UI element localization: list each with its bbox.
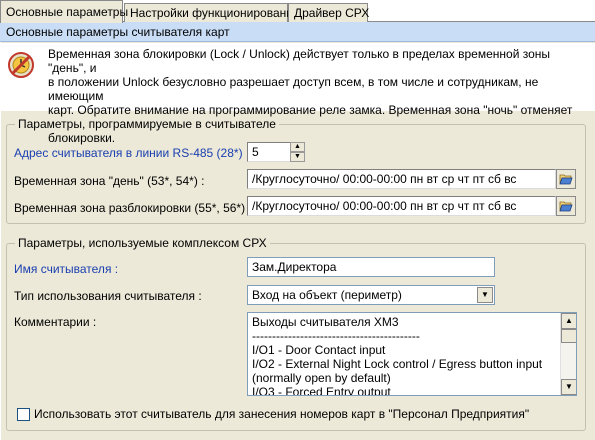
unlock-zone-label: Временная зона разблокировки (55*, 56*) … [14, 201, 252, 215]
folder-open-icon [559, 174, 573, 185]
comment-line: I/O1 - Door Contact input [252, 343, 386, 357]
comment-line: Выходы считывателя XM3 [252, 315, 399, 329]
folder-open-icon [559, 201, 573, 212]
comment-line: (normally open by default) [252, 371, 391, 385]
day-zone-label: Временная зона "день" (53*, 54*) : [14, 174, 205, 188]
usage-type-select[interactable]: Вход на объект (периметр) ▼ [247, 285, 495, 305]
scroll-down-icon[interactable]: ▼ [561, 379, 576, 395]
reader-name-input[interactable]: Зам.Директора [247, 257, 495, 277]
info-box: Временная зона блокировки (Lock / Unlock… [0, 43, 595, 145]
info-title: Основные параметры считывателя карт [0, 22, 595, 42]
personnel-checkbox-label: Использовать этот считыватель для занесе… [34, 407, 530, 421]
comments-text: Выходы считывателя XM3 -----------------… [252, 315, 558, 396]
comments-textarea[interactable]: Выходы считывателя XM3 -----------------… [247, 312, 577, 396]
spin-down-icon[interactable]: ▼ [290, 152, 305, 162]
warning-clock-icon [8, 52, 34, 78]
unlock-zone-field[interactable]: /Круглосуточно/ 00:00-00:00 пн вт ср чт … [247, 196, 556, 216]
usage-type-label: Тип использования считывателя : [14, 289, 202, 303]
day-zone-field[interactable]: /Круглосуточно/ 00:00-00:00 пн вт ср чт … [247, 169, 556, 189]
tab-function-settings[interactable]: Настройки функционирования [124, 3, 299, 22]
scroll-up-icon[interactable]: ▲ [561, 313, 576, 329]
info-line: в положении Unlock безусловно разрешает … [48, 75, 539, 103]
comment-line: ----------------------------------------… [252, 329, 420, 343]
tab-driver[interactable]: Драйвер СРХ [288, 3, 369, 22]
personnel-checkbox[interactable] [17, 408, 30, 421]
group-title: Параметры, используемые комплексом СРХ [15, 236, 270, 250]
comment-line: I/O2 - External Night Lock control / Egr… [252, 357, 543, 371]
comment-line: I/O3 - Forced Entry output [252, 385, 391, 396]
info-line: Временная зона блокировки (Lock / Unlock… [48, 47, 551, 75]
address-spinner[interactable]: ▲ ▼ [290, 142, 305, 162]
reader-name-label: Имя считывателя : [14, 262, 119, 276]
comments-scrollbar[interactable]: ▲ ▼ [560, 313, 576, 395]
scroll-thumb[interactable] [561, 329, 576, 343]
usage-type-value: Вход на объект (периметр) [252, 288, 402, 302]
address-label: Адрес считывателя в линии RS-485 (28*) : [14, 146, 250, 160]
unlock-zone-browse-button[interactable] [556, 196, 576, 216]
tab-bar: Основные параметры Настройки функциониро… [0, 0, 595, 23]
tab-main-params[interactable]: Основные параметры [0, 0, 128, 23]
comments-label: Комментарии : [14, 315, 97, 329]
group-title: Параметры, программируемые в считывателе [15, 117, 279, 131]
spin-up-icon[interactable]: ▲ [290, 142, 305, 152]
address-input[interactable]: 5 [247, 142, 292, 162]
chevron-down-icon[interactable]: ▼ [477, 287, 493, 303]
day-zone-browse-button[interactable] [556, 169, 576, 189]
